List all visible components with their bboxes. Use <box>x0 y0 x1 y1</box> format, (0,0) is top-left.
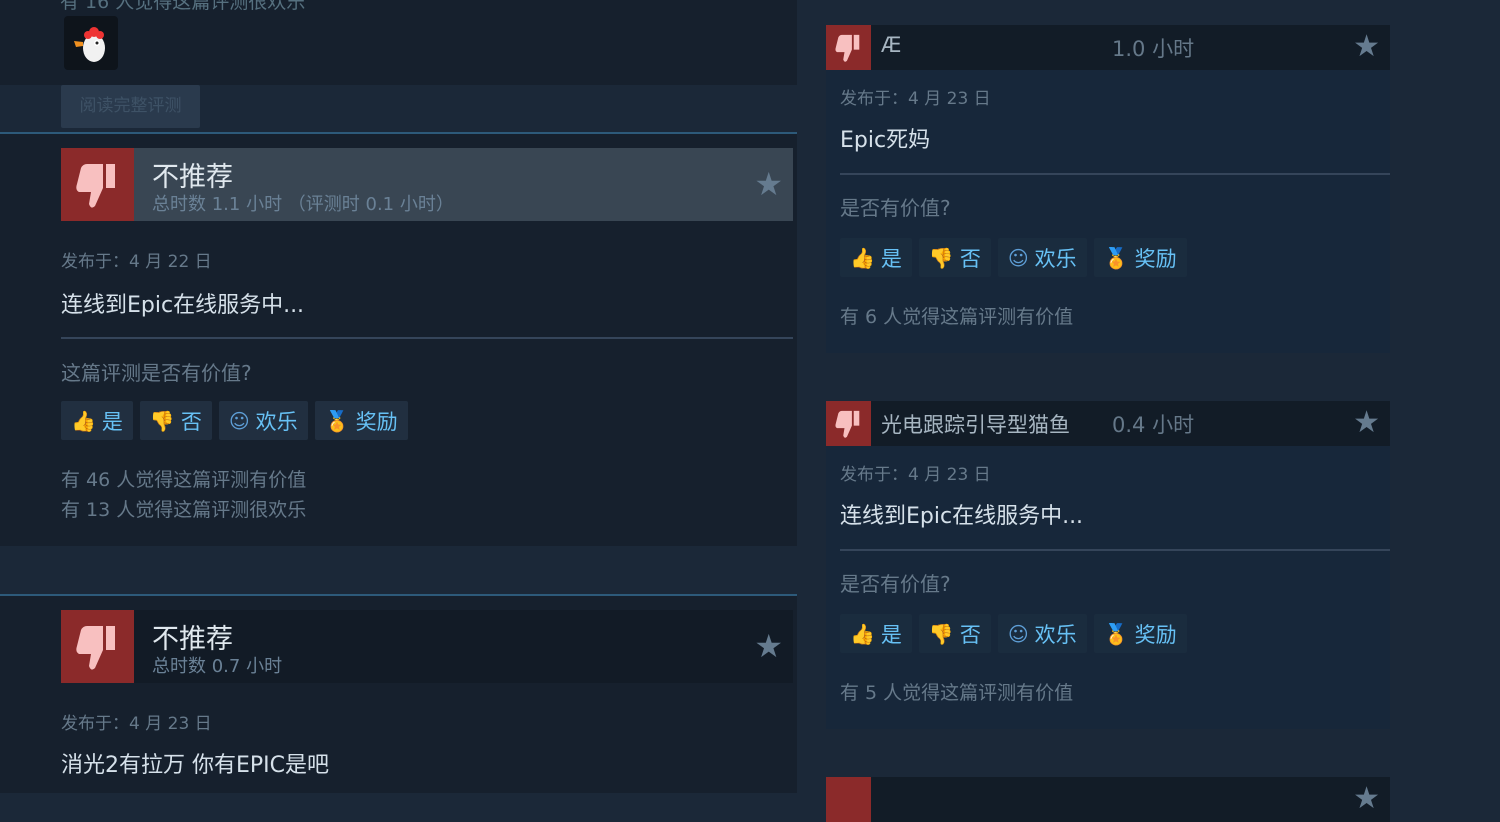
review-divider <box>840 549 1390 551</box>
smiley-icon: ☺ <box>228 408 250 433</box>
thumbs-down-icon <box>76 164 115 208</box>
award-icon: 🏅 <box>1103 621 1129 646</box>
vote-funny-button[interactable]: ☺ 欢乐 <box>997 614 1087 653</box>
helpful-count: 有 5 人觉得这篇评测有价值 <box>840 682 1074 704</box>
thumbs-down-icon: 👎 <box>928 621 954 646</box>
review-header[interactable]: 光电跟踪引导型猫鱼 0.4 小时 ★ <box>826 401 1390 446</box>
award-icon: 🏅 <box>324 408 350 433</box>
star-icon[interactable]: ★ <box>1353 404 1380 442</box>
thumbs-up-icon: 👍 <box>71 408 96 433</box>
thumbs-down-icon <box>835 410 860 438</box>
review-text: 连线到Epic在线服务中... <box>61 293 305 318</box>
posted-date: 发布于：4 月 23 日 <box>61 714 212 734</box>
award-avatar[interactable] <box>64 16 118 70</box>
not-recommended-badge <box>826 777 871 822</box>
vote-header[interactable]: 不推荐 总时数 0.7 小时 ★ <box>61 610 793 683</box>
vote-no-button[interactable]: 👎 否 <box>139 401 212 440</box>
helpful-count: 有 6 人觉得这篇评测有价值 <box>840 306 1074 328</box>
award-icon: 🏅 <box>1103 245 1129 270</box>
vote-yes-button[interactable]: 👍 是 <box>840 238 912 277</box>
verdict-title: 不推荐 <box>152 624 233 655</box>
vote-yes-label: 是 <box>880 246 902 271</box>
review-divider <box>61 337 793 339</box>
vote-header[interactable]: 不推荐 总时数 1.1 小时 （评测时 0.1 小时） ★ <box>61 148 793 221</box>
vote-yes-button[interactable]: 👍 是 <box>840 614 912 653</box>
thumbs-down-icon: 👎 <box>928 245 954 270</box>
posted-date: 发布于：4 月 23 日 <box>840 465 991 485</box>
vote-funny-label: 欢乐 <box>1034 246 1077 271</box>
review-card: Æ 1.0 小时 ★ 发布于：4 月 23 日 Epic死妈 是否有价值? 👍 是… <box>826 25 1390 353</box>
not-recommended-badge <box>61 610 134 683</box>
vote-yes-label: 是 <box>880 622 902 647</box>
vote-buttons: 👍 是 👎 否 ☺ 欢乐 🏅 奖励 <box>840 614 1187 653</box>
award-button[interactable]: 🏅 奖励 <box>314 401 408 440</box>
review-divider <box>840 173 1390 175</box>
thumbs-down-icon <box>76 626 115 670</box>
review-text: Epic死妈 <box>840 128 931 153</box>
vote-yes-label: 是 <box>101 409 123 434</box>
funny-count-text: 有 16 人觉得这篇评测很欢乐 <box>60 0 306 13</box>
funny-count: 有 13 人觉得这篇评测很欢乐 <box>61 499 307 521</box>
thumbs-up-icon: 👍 <box>850 245 875 270</box>
helpful-question: 是否有价值? <box>840 196 951 220</box>
vote-no-button[interactable]: 👎 否 <box>918 238 991 277</box>
review-header[interactable]: Æ 1.0 小时 ★ <box>826 25 1390 70</box>
not-recommended-badge <box>826 401 871 446</box>
review-card: 不推荐 总时数 0.7 小时 ★ 发布于：4 月 23 日 消光2有拉万 你有E… <box>0 596 797 793</box>
star-icon[interactable]: ★ <box>754 628 783 664</box>
vote-buttons: 👍 是 👎 否 ☺ 欢乐 🏅 奖励 <box>840 238 1187 277</box>
vote-funny-button[interactable]: ☺ 欢乐 <box>218 401 308 440</box>
review-card: ★ <box>826 777 1390 822</box>
posted-date: 发布于：4 月 22 日 <box>61 252 212 272</box>
verdict-title: 不推荐 <box>152 162 233 193</box>
previous-review-box: 有 16 人觉得这篇评测很欢乐 <box>0 0 797 85</box>
review-text: 连线到Epic在线服务中... <box>840 504 1084 529</box>
review-column-left: 有 16 人觉得这篇评测很欢乐 阅读完整评测 不推荐 总时数 1.1 小时 （评… <box>0 0 797 793</box>
posted-date: 发布于：4 月 23 日 <box>840 89 991 109</box>
vote-no-label: 否 <box>959 246 981 271</box>
smiley-icon: ☺ <box>1007 621 1029 646</box>
not-recommended-badge <box>61 148 134 221</box>
thumbs-down-icon <box>835 34 860 62</box>
playtime-text: 1.0 小时 <box>1112 37 1195 61</box>
vote-funny-button[interactable]: ☺ 欢乐 <box>997 238 1087 277</box>
helpful-question: 这篇评测是否有价值? <box>61 361 252 385</box>
smiley-icon: ☺ <box>1007 245 1029 270</box>
vote-no-button[interactable]: 👎 否 <box>918 614 991 653</box>
vote-no-label: 否 <box>180 409 202 434</box>
playtime-text: 总时数 0.7 小时 <box>152 656 283 677</box>
review-header[interactable]: ★ <box>826 777 1390 822</box>
playtime-text: 0.4 小时 <box>1112 413 1195 437</box>
vote-funny-label: 欢乐 <box>255 409 298 434</box>
reviewer-name[interactable]: Æ <box>881 33 901 57</box>
not-recommended-badge <box>826 25 871 70</box>
thumbs-down-icon: 👎 <box>149 408 175 433</box>
award-button[interactable]: 🏅 奖励 <box>1093 238 1187 277</box>
vote-funny-label: 欢乐 <box>1034 622 1077 647</box>
reviewer-name[interactable]: 光电跟踪引导型猫鱼 <box>881 409 1070 439</box>
star-icon[interactable]: ★ <box>1353 780 1380 818</box>
review-text: 消光2有拉万 你有EPIC是吧 <box>61 753 330 778</box>
chicken-icon <box>74 27 105 62</box>
star-icon[interactable]: ★ <box>754 166 783 202</box>
thumbs-up-icon: 👍 <box>850 621 875 646</box>
read-full-review-button[interactable]: 阅读完整评测 <box>61 85 200 128</box>
playtime-text: 总时数 1.1 小时 （评测时 0.1 小时） <box>152 194 454 215</box>
vote-yes-button[interactable]: 👍 是 <box>61 401 133 440</box>
review-card: 不推荐 总时数 1.1 小时 （评测时 0.1 小时） ★ 发布于：4 月 22… <box>0 134 797 546</box>
helpful-question: 是否有价值? <box>840 572 951 596</box>
vote-no-label: 否 <box>959 622 981 647</box>
helpful-count: 有 46 人觉得这篇评测有价值 <box>61 469 307 491</box>
award-label: 奖励 <box>355 409 398 434</box>
review-card: 光电跟踪引导型猫鱼 0.4 小时 ★ 发布于：4 月 23 日 连线到Epic在… <box>826 401 1390 729</box>
award-label: 奖励 <box>1134 246 1177 271</box>
star-icon[interactable]: ★ <box>1353 28 1380 66</box>
award-label: 奖励 <box>1134 622 1177 647</box>
vote-buttons: 👍 是 👎 否 ☺ 欢乐 🏅 奖励 <box>61 401 408 440</box>
award-button[interactable]: 🏅 奖励 <box>1093 614 1187 653</box>
